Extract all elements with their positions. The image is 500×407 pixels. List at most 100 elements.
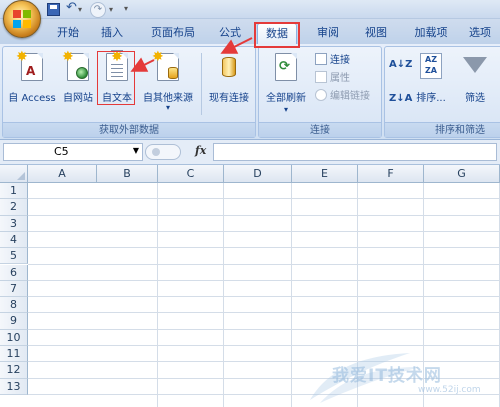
- from-other-sources-label: 自其他来源: [143, 93, 193, 104]
- column-header-a[interactable]: A: [28, 165, 97, 183]
- office-button[interactable]: [3, 0, 41, 38]
- from-web-button[interactable]: ✸ 自网站: [59, 50, 97, 117]
- web-globe-icon: ✸: [62, 50, 89, 81]
- formula-bar: C5 ▼ fx: [0, 140, 500, 165]
- other-sources-dropdown-icon: ▾: [165, 103, 170, 112]
- column-gridline: [357, 183, 358, 407]
- other-sources-icon: ✸: [152, 50, 179, 81]
- row-header-8[interactable]: 8: [0, 297, 28, 314]
- row-gridline: [28, 361, 500, 363]
- edit-links-label: 编辑链接: [330, 91, 370, 102]
- group-connections: ⟳ 全部刷新 ▾ 连接 属性 编辑链接 连接: [258, 46, 382, 138]
- row-header-11[interactable]: 11: [0, 346, 28, 363]
- customize-qat-icon[interactable]: ▾: [124, 4, 137, 17]
- connections-button[interactable]: 连接: [315, 53, 350, 69]
- group-get-external-data: ✸ A 自 Access ✸ 自网站 ✸ 自文本 ✸ 自其他来源 ▾ 现有连接 …: [2, 46, 256, 138]
- from-access-label: 自 Access: [8, 93, 56, 104]
- existing-connections-icon: [218, 53, 240, 81]
- tab-data[interactable]: 数据: [257, 23, 297, 44]
- edit-links-icon: [315, 89, 327, 101]
- row-gridline: [28, 377, 500, 379]
- office-logo-icon: [13, 10, 31, 28]
- redo-icon[interactable]: ↷: [90, 2, 106, 18]
- properties-button[interactable]: 属性: [315, 71, 350, 87]
- tab-view[interactable]: 视图: [356, 23, 396, 44]
- properties-label: 属性: [330, 73, 350, 84]
- column-header-e[interactable]: E: [292, 165, 358, 183]
- row-header-13[interactable]: 13: [0, 378, 28, 395]
- row-header-12[interactable]: 12: [0, 362, 28, 379]
- formula-input[interactable]: [213, 143, 497, 161]
- row-gridline: [28, 214, 500, 216]
- column-header-f[interactable]: F: [358, 165, 424, 183]
- filter-label: 筛选: [465, 93, 485, 104]
- insert-function-icon[interactable]: fx: [195, 144, 206, 157]
- refresh-dropdown-icon: ▾: [283, 105, 288, 114]
- access-icon: ✸ A: [16, 50, 43, 81]
- row-header-10[interactable]: 10: [0, 329, 28, 346]
- filter-funnel-icon: [463, 57, 487, 73]
- column-gridline: [291, 183, 292, 407]
- row-gridline: [28, 328, 500, 330]
- save-icon[interactable]: [47, 3, 60, 16]
- row-header-3[interactable]: 3: [0, 215, 28, 232]
- row-gridline: [28, 345, 500, 346]
- connections-icon: [315, 53, 327, 65]
- row-gridline: [28, 279, 500, 281]
- row-header-1[interactable]: 1: [0, 183, 28, 200]
- column-header-c[interactable]: C: [158, 165, 224, 183]
- row-header-7[interactable]: 7: [0, 280, 28, 298]
- row-gridline: [28, 263, 500, 265]
- sort-za-button[interactable]: Z↓A: [389, 91, 412, 107]
- filter-button[interactable]: 筛选: [455, 51, 495, 117]
- name-box[interactable]: C5 ▼: [3, 143, 143, 161]
- text-file-icon: ✸: [106, 50, 128, 81]
- row-gridline: [28, 247, 500, 249]
- tab-page-layout[interactable]: 页面布局: [140, 23, 206, 44]
- group-sort-filter: A↓Z Z↓A AZ ZA 排序... 筛选 排序和筛选: [384, 46, 500, 138]
- sort-label: 排序...: [416, 93, 446, 104]
- formula-controls: fx: [143, 143, 213, 161]
- properties-icon: [315, 71, 327, 83]
- row-gridline: [28, 230, 500, 232]
- name-box-dropdown-icon[interactable]: ▼: [133, 146, 139, 155]
- tab-insert[interactable]: 插入: [92, 23, 132, 44]
- undo-dropdown-icon[interactable]: ▾: [78, 5, 91, 18]
- edit-links-button[interactable]: 编辑链接: [315, 89, 370, 105]
- sort-button[interactable]: AZ ZA 排序...: [411, 51, 451, 117]
- column-gridline: [423, 183, 424, 407]
- tab-options[interactable]: 选项: [460, 23, 500, 44]
- row-header-2[interactable]: 2: [0, 199, 28, 216]
- spreadsheet-grid[interactable]: ABCDEFG 1 2 3 4 5 6 7 8 9 10 11 12 13: [0, 165, 500, 407]
- row-header-6[interactable]: 6: [0, 264, 28, 281]
- column-header-g[interactable]: G: [424, 165, 500, 183]
- column-gridline: [157, 183, 158, 407]
- formula-buttons[interactable]: [145, 144, 181, 160]
- row-header-5[interactable]: 5: [0, 248, 28, 265]
- column-header-b[interactable]: B: [97, 165, 158, 183]
- tab-review[interactable]: 审阅: [308, 23, 348, 44]
- tab-formulas[interactable]: 公式: [210, 23, 250, 44]
- row-header-9[interactable]: 9: [0, 313, 28, 330]
- row-gridline: [28, 296, 500, 298]
- tab-home[interactable]: 开始: [48, 23, 88, 44]
- ribbon: ✸ A 自 Access ✸ 自网站 ✸ 自文本 ✸ 自其他来源 ▾ 现有连接 …: [0, 44, 500, 140]
- existing-connections-label: 现有连接: [209, 93, 249, 104]
- group-label-sort-filter: 排序和筛选: [385, 122, 500, 137]
- row-header-4[interactable]: 4: [0, 231, 28, 249]
- existing-connections-button[interactable]: 现有连接: [203, 51, 255, 117]
- sort-dialog-icon: AZ ZA: [420, 53, 442, 79]
- from-access-button[interactable]: ✸ A 自 Access: [5, 50, 59, 117]
- tab-add-ins[interactable]: 加载项: [406, 23, 456, 44]
- from-other-sources-button[interactable]: ✸ 自其他来源 ▾: [137, 50, 199, 117]
- refresh-all-button[interactable]: ⟳ 全部刷新 ▾: [261, 51, 311, 117]
- column-header-d[interactable]: D: [224, 165, 292, 183]
- sort-az-button[interactable]: A↓Z: [389, 57, 412, 73]
- from-text-button[interactable]: ✸ 自文本: [99, 50, 135, 117]
- quick-access-toolbar: ↶ ▾ ↷ ▾ ▾: [0, 0, 500, 38]
- row-gridline: [28, 312, 500, 314]
- sort-az-icon: A↓Z: [389, 59, 413, 70]
- redo-dropdown-icon[interactable]: ▾: [109, 5, 122, 18]
- select-all-button[interactable]: [0, 165, 28, 183]
- ribbon-tabs: 开始 插入 页面布局 公式 数据 审阅 视图 加载项 选项: [0, 19, 500, 44]
